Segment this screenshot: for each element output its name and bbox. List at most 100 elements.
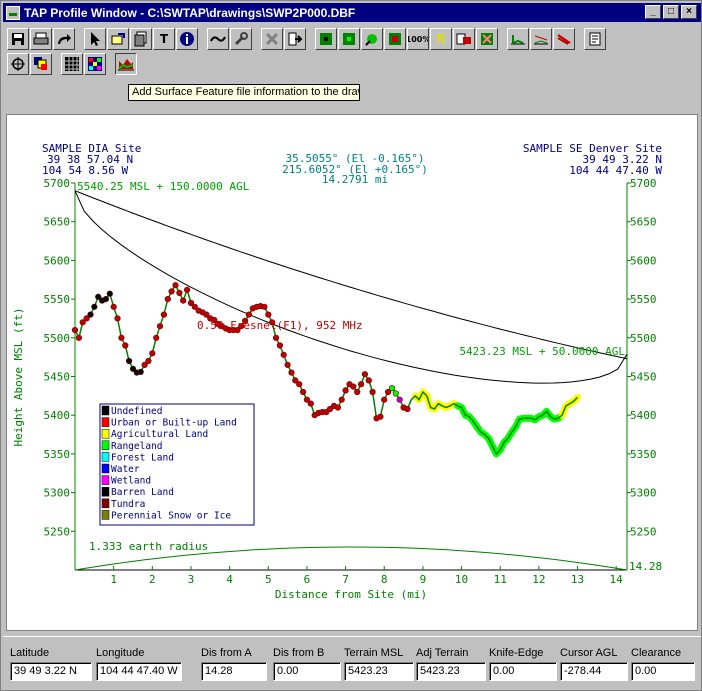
antenna-a-label: 5540.25 MSL + 150.0000 AGL xyxy=(77,180,250,193)
dis-from-b-value[interactable]: 0.00 xyxy=(273,662,341,681)
terrain-point xyxy=(334,404,342,411)
info-button[interactable] xyxy=(176,28,198,50)
earth-radius-label: 1.333 earth radius xyxy=(89,540,208,553)
y-axis-title: Height Above MSL (ft) xyxy=(12,307,25,446)
terrain-point xyxy=(118,334,125,341)
save-button[interactable] xyxy=(7,28,29,50)
terrain-point xyxy=(114,315,121,322)
minimize-button[interactable]: _ xyxy=(645,5,661,19)
terrain-msl-field: Terrain MSL 5423.23 xyxy=(344,647,414,681)
color-palette-button[interactable] xyxy=(30,53,52,75)
dis-from-b-field: Dis from B 0.00 xyxy=(273,647,341,681)
y-tick-label-right: 5450 xyxy=(630,371,657,384)
terrain-point xyxy=(110,303,117,310)
close-button[interactable]: × xyxy=(681,5,697,19)
legend-swatch xyxy=(101,498,110,509)
legend-item-label: Urban or Built-up Land xyxy=(111,418,237,429)
grid-export-button[interactable] xyxy=(476,28,498,50)
green-square-button[interactable] xyxy=(315,28,337,50)
profile-chart-icon xyxy=(511,35,525,45)
x-tick-label: 5 xyxy=(265,573,272,586)
x-tick-label: 2 xyxy=(149,573,156,586)
y-tick-label-right: 5650 xyxy=(630,216,657,229)
y-tick-label-left: 5250 xyxy=(44,525,71,538)
hand-button[interactable] xyxy=(107,28,129,50)
cancel-button[interactable] xyxy=(261,28,283,50)
terrain-point xyxy=(137,368,144,375)
terrain-point xyxy=(361,371,369,378)
profile-chart-button[interactable] xyxy=(507,28,529,50)
text-tool-button[interactable]: T xyxy=(153,28,175,50)
profile-chart[interactable]: SAMPLE DIA Site 39 38 57.04 N 104 54 8.5… xyxy=(7,115,697,630)
terrain-point xyxy=(261,303,268,310)
profile-red-button[interactable] xyxy=(553,28,575,50)
terrain-point xyxy=(145,357,152,365)
terrain-point xyxy=(392,390,399,397)
longitude-value[interactable]: 104 44 47.40 W xyxy=(96,662,182,681)
y-tick-label-right: 5400 xyxy=(630,409,657,422)
clearance-value[interactable]: 0.00 xyxy=(631,662,695,681)
percent-icon: 100% xyxy=(408,34,429,44)
latitude-value[interactable]: 39 49 3.22 N xyxy=(10,662,92,681)
terrain-point xyxy=(342,387,349,394)
notepad-button[interactable] xyxy=(584,28,606,50)
percent-button[interactable]: 100% xyxy=(407,28,429,50)
x-tick-label: 4 xyxy=(226,573,233,586)
title-bar[interactable]: TAP Profile Window - C:\SWTAP\drawings\S… xyxy=(3,3,701,22)
db-button[interactable] xyxy=(453,28,475,50)
grid-button[interactable] xyxy=(61,53,83,75)
status-bar: Latitude 39 49 3.22 N Longitude 104 44 47.… xyxy=(3,636,701,690)
x-tick-label: 1 xyxy=(110,573,117,586)
adj-terrain-label: Adj Terrain xyxy=(416,647,469,659)
export-button[interactable] xyxy=(284,28,306,50)
export-icon xyxy=(288,32,303,46)
terrain-point xyxy=(149,350,156,357)
legend-item-label: Tundra xyxy=(111,499,145,510)
y-tick-label-right: 5500 xyxy=(630,332,657,345)
print-button[interactable] xyxy=(30,28,52,50)
terrain-point xyxy=(122,342,129,349)
legend-item-label: Water xyxy=(111,464,140,475)
terrain-point xyxy=(245,311,252,318)
terrain-point xyxy=(381,396,388,403)
legend-swatch xyxy=(101,463,110,474)
color-grid-button[interactable] xyxy=(84,53,106,75)
terrain-msl-value[interactable]: 5423.23 xyxy=(344,662,414,681)
knife-edge-value[interactable]: 0.00 xyxy=(489,662,557,681)
adj-terrain-field: Adj Terrain 5423.23 xyxy=(416,647,486,681)
x-tick-label: 9 xyxy=(420,573,427,586)
cursor-agl-value[interactable]: -278.44 xyxy=(560,662,628,681)
green-dot-button[interactable] xyxy=(361,28,383,50)
pages-button[interactable] xyxy=(130,28,152,50)
cursor-agl-field: Cursor AGL -278.44 xyxy=(560,647,628,681)
profile-area-icon xyxy=(534,35,548,45)
fresnel-label: 0.50 Fresnel(F1), 952 MHz xyxy=(197,319,363,332)
link-button[interactable] xyxy=(207,28,229,50)
hand-icon xyxy=(111,33,125,45)
surface-feature-button[interactable] xyxy=(115,53,137,75)
maximize-button[interactable]: □ xyxy=(663,5,679,19)
profile-area-button[interactable] xyxy=(530,28,552,50)
yellow-r-button[interactable]: R xyxy=(430,28,452,50)
green-dot-icon xyxy=(365,34,377,46)
legend-item-label: Agricultural Land xyxy=(111,429,208,440)
terrain-point xyxy=(307,400,314,407)
terrain-point xyxy=(176,289,183,296)
redo-button[interactable] xyxy=(53,28,75,50)
green-square-icon xyxy=(320,33,332,45)
profile-plot-panel[interactable]: SAMPLE DIA Site 39 38 57.04 N 104 54 8.5… xyxy=(6,114,698,631)
crosshair-button[interactable] xyxy=(7,53,29,75)
small-square-button[interactable] xyxy=(338,28,360,50)
dis-from-a-value[interactable]: 14.28 xyxy=(201,662,267,681)
terrain-point xyxy=(288,369,295,376)
legend-swatch xyxy=(101,510,110,520)
x-axis: 1 2 3 4 5 6 7 8 9 10 11 12 13 14 xyxy=(110,566,623,586)
y-tick-label-left: 5450 xyxy=(44,371,71,384)
wrench-button[interactable] xyxy=(230,28,252,50)
y-tick-label-right: 5350 xyxy=(630,448,657,461)
longitude-label: Longitude xyxy=(96,647,145,659)
red-square-button[interactable] xyxy=(384,28,406,50)
rangeland-segment xyxy=(473,423,512,458)
pointer-button[interactable] xyxy=(84,28,106,50)
adj-terrain-value[interactable]: 5423.23 xyxy=(416,662,486,681)
